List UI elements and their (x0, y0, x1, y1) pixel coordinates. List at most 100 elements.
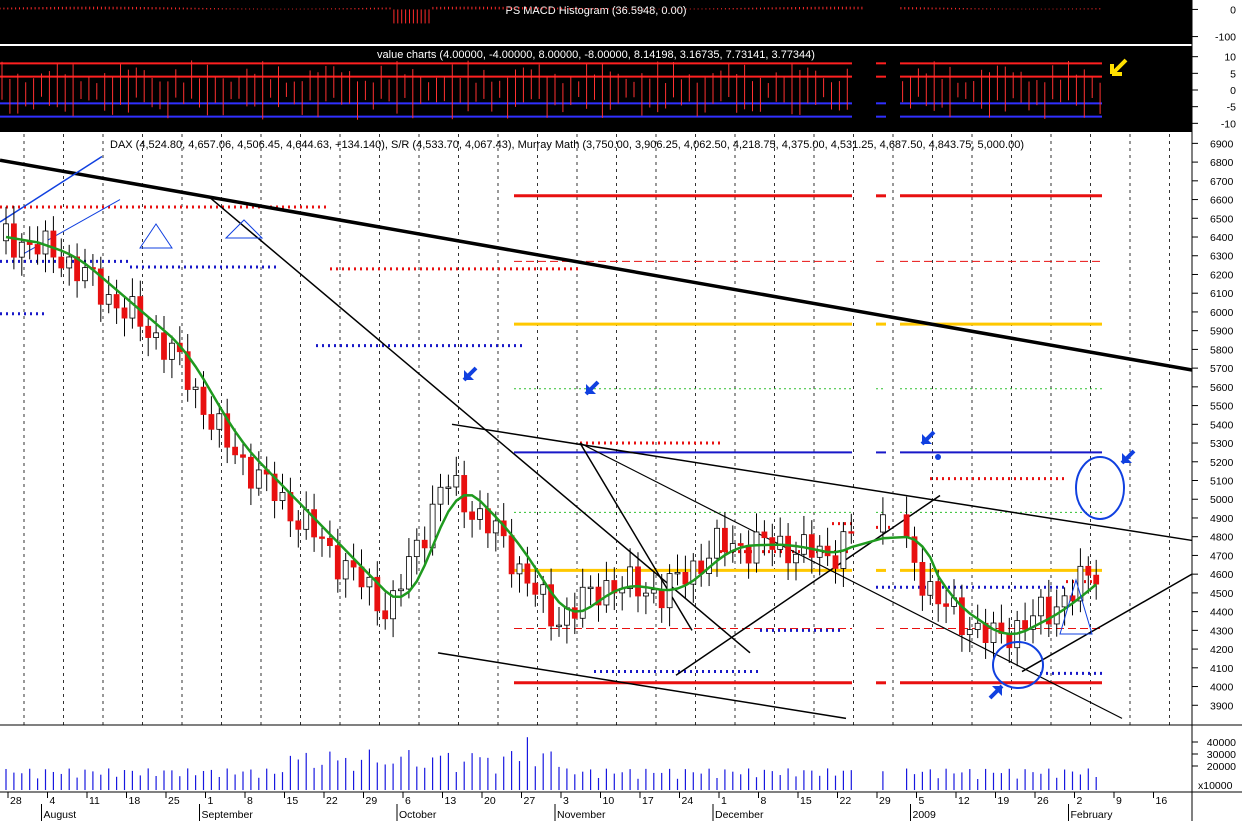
candle-body (382, 610, 389, 620)
candle-body (1085, 565, 1092, 576)
day-tick-label: 27 (524, 795, 536, 807)
candle-body (445, 486, 452, 489)
candle-body (943, 603, 949, 607)
candle-body (413, 539, 420, 558)
candle-body (437, 486, 444, 505)
candle-body (793, 553, 799, 564)
candle-body (366, 576, 373, 588)
candle-body (232, 446, 239, 456)
candle-body (785, 535, 791, 564)
candle-body (240, 454, 246, 458)
candle-body (66, 256, 73, 269)
candle-body (311, 509, 318, 538)
month-label: November (557, 809, 606, 821)
day-tick-label: 2 (1077, 795, 1083, 807)
volume-tick-label: 40000 (1207, 737, 1236, 749)
candle-body (200, 386, 207, 415)
volume-panel: 400003000020000 x10000 (0, 726, 1236, 792)
candle-body (208, 414, 215, 430)
candle-body (216, 413, 223, 430)
price-tick-label: 4000 (1210, 682, 1234, 694)
candle-body (319, 536, 325, 539)
price-tick-label: 4500 (1210, 588, 1234, 600)
price-tick-label: 6600 (1210, 195, 1234, 207)
day-tick-label: 3 (563, 795, 569, 807)
candle-body (966, 629, 973, 636)
candle-body (808, 534, 815, 558)
price-tick-label: 4200 (1210, 644, 1234, 656)
price-tick-label: 5900 (1210, 326, 1234, 338)
day-tick-label: 25 (168, 795, 180, 807)
month-label: February (1071, 809, 1114, 821)
price-tick-label: 6300 (1210, 251, 1234, 263)
day-tick-label: 8 (247, 795, 253, 807)
candle-body (192, 386, 199, 390)
candle-body (974, 622, 981, 630)
candle-body (935, 581, 942, 605)
day-tick-label: 17 (642, 795, 654, 807)
price-tick-label: 5300 (1210, 438, 1234, 450)
candle-body (658, 589, 665, 609)
day-tick-label: 19 (998, 795, 1010, 807)
price-tick-label: 5500 (1210, 401, 1234, 413)
day-tick-label: 20 (484, 795, 496, 807)
day-tick-label: 15 (800, 795, 812, 807)
value-chart-tick-label: -10 (1221, 118, 1236, 130)
value-chart-tick-label: 5 (1230, 68, 1236, 80)
candle-body (524, 563, 531, 584)
value-chart-tick-label: 0 (1230, 85, 1236, 97)
candle-body (18, 241, 25, 258)
candle-body (1006, 633, 1013, 649)
candle-body (255, 469, 262, 489)
candle-body (50, 230, 57, 258)
price-panel: 6900 6800 6700 6600 6500 6400 6300 6200 6100 6000… (0, 134, 1234, 792)
price-axis: 6900 6800 6700 6600 6500 6400 6300 6200 6100 6000… (1192, 138, 1234, 712)
macd-tick-label: 0 (1230, 4, 1236, 16)
candle-body (508, 535, 515, 575)
volume-axis: 400003000020000 (1192, 737, 1236, 773)
candle-body (295, 520, 302, 530)
price-tick-label: 4300 (1210, 625, 1234, 637)
day-tick-label: 15 (287, 795, 299, 807)
day-tick-label: 22 (840, 795, 852, 807)
candle-body (334, 545, 341, 580)
day-tick-label: 9 (1116, 795, 1122, 807)
candle-body (848, 531, 855, 534)
candle-body (247, 456, 254, 489)
candle-body (461, 475, 468, 513)
macd-axis: 0 -100 (1192, 4, 1236, 44)
price-tick-label: 6100 (1210, 288, 1234, 300)
candle-body (168, 342, 175, 360)
candle-body (587, 586, 594, 590)
candle-body (540, 584, 547, 595)
candle-body (421, 539, 428, 549)
value-charts-title: value charts (4.00000, -4.00000, 8.00000… (377, 49, 815, 61)
candle-body (34, 244, 41, 255)
day-tick-label: 16 (1156, 795, 1168, 807)
volume-tick-label: 20000 (1207, 761, 1236, 773)
price-tick-label: 5200 (1210, 457, 1234, 469)
macd-title: PS MACD Histogram (36.5948, 0.00) (506, 5, 687, 17)
price-tick-label: 6800 (1210, 157, 1234, 169)
candle-body (145, 325, 152, 338)
candle-body (571, 607, 578, 619)
volume-unit-label: x10000 (1198, 780, 1233, 792)
price-title: DAX (4,524.80, 4,657.06, 4,506.45, 4,644… (110, 139, 1024, 151)
price-tick-label: 4600 (1210, 569, 1234, 581)
day-tick-label: 18 (129, 795, 141, 807)
day-tick-label: 8 (761, 795, 767, 807)
candle-body (722, 527, 728, 553)
value-charts-panel: value charts (4.00000, -4.00000, 8.00000… (0, 46, 1236, 132)
candle-body (650, 589, 657, 594)
day-tick-label: 10 (603, 795, 615, 807)
price-tick-label: 5000 (1210, 494, 1234, 506)
day-tick-label: 1 (208, 795, 214, 807)
candle-body (801, 534, 807, 555)
candle-body (919, 561, 926, 596)
candle-body (1038, 596, 1044, 617)
candle-body (1022, 620, 1028, 630)
day-tick-label: 29 (366, 795, 378, 807)
candle-body (1061, 595, 1068, 608)
volume-background (0, 726, 1192, 792)
candle-body (279, 492, 286, 502)
